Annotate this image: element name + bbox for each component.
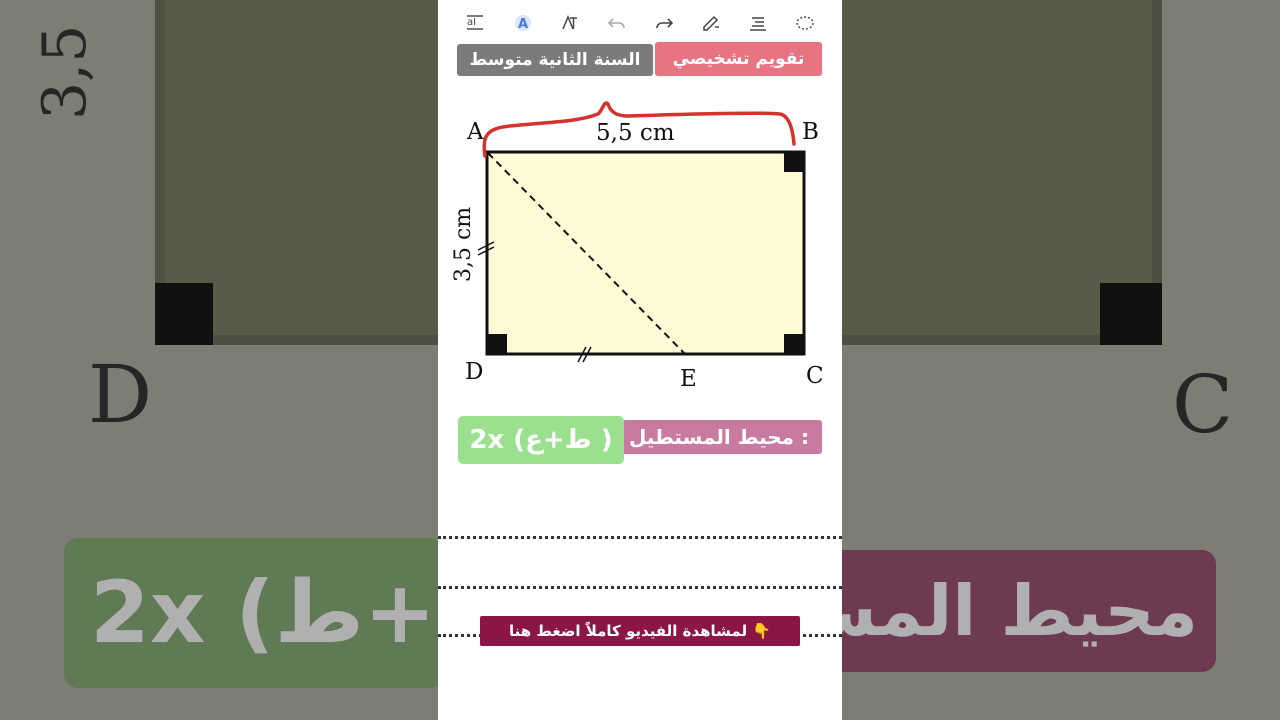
perimeter-formula: محيط المستطيل : 2x (ط+ع ) xyxy=(458,416,822,464)
vertex-label-c: C xyxy=(806,363,824,389)
background-corner-marker-left xyxy=(155,283,213,345)
background-right-panel: C محيط المس xyxy=(842,0,1280,720)
vertex-label-e: E xyxy=(680,366,697,392)
rectangle-figure: A B C D E 5,5 cm 3,5 cm xyxy=(438,92,842,402)
text-size-icon[interactable]: aI xyxy=(464,11,488,35)
formula-label: محيط المستطيل : xyxy=(616,420,822,454)
vertex-label-d: D xyxy=(465,359,483,385)
background-vertex-d: D xyxy=(88,348,153,441)
badge-gray: السنة الثانية متوسط xyxy=(457,44,653,76)
text-tool-icon[interactable] xyxy=(558,11,582,35)
font-icon[interactable]: A xyxy=(511,11,535,35)
undo-icon[interactable] xyxy=(605,11,629,35)
background-formula-text-left: 2x (ع+ط xyxy=(90,563,438,663)
redo-icon[interactable] xyxy=(652,11,676,35)
answer-line-1 xyxy=(438,536,842,539)
answer-line-2 xyxy=(438,586,842,589)
background-vertex-c: C xyxy=(1172,358,1234,451)
background-side-label: 3,5 xyxy=(30,24,100,120)
lasso-icon[interactable] xyxy=(793,11,817,35)
formula-expression: 2x (ط+ع ) xyxy=(458,416,624,464)
length-label-top: 5,5 cm xyxy=(596,120,675,146)
background-formula-pill-left: 2x (ع+ط xyxy=(64,538,438,688)
background-left-panel: 3,5 D 2x (ع+ط xyxy=(0,0,438,720)
vertex-label-b: B xyxy=(802,119,819,145)
badge-red: تقويم تشخيصي xyxy=(655,42,822,76)
background-corner-marker-right xyxy=(1100,283,1162,345)
drawing-toolbar: aI A xyxy=(438,0,842,46)
right-angle-c xyxy=(784,334,804,354)
watch-full-video-button[interactable]: لمشاهدة الفيديو كاملاً اضغط هنا 👇 xyxy=(480,616,800,646)
svg-text:aI: aI xyxy=(467,17,476,28)
rectangle-abcd xyxy=(485,150,806,356)
vertex-label-a: A xyxy=(466,119,484,145)
pen-icon[interactable] xyxy=(699,11,723,35)
background-formula-pill-right: محيط المس xyxy=(842,550,1216,672)
background-formula-text-right: محيط المس xyxy=(842,570,1198,652)
length-label-side: 3,5 cm xyxy=(451,207,476,282)
svg-text:A: A xyxy=(518,17,528,32)
right-angle-b xyxy=(784,152,804,172)
align-icon[interactable] xyxy=(746,11,770,35)
whiteboard-canvas: aI A السنة الثانية متوسط تقويم تشخيصي A … xyxy=(438,0,842,720)
right-angle-d xyxy=(487,334,507,354)
